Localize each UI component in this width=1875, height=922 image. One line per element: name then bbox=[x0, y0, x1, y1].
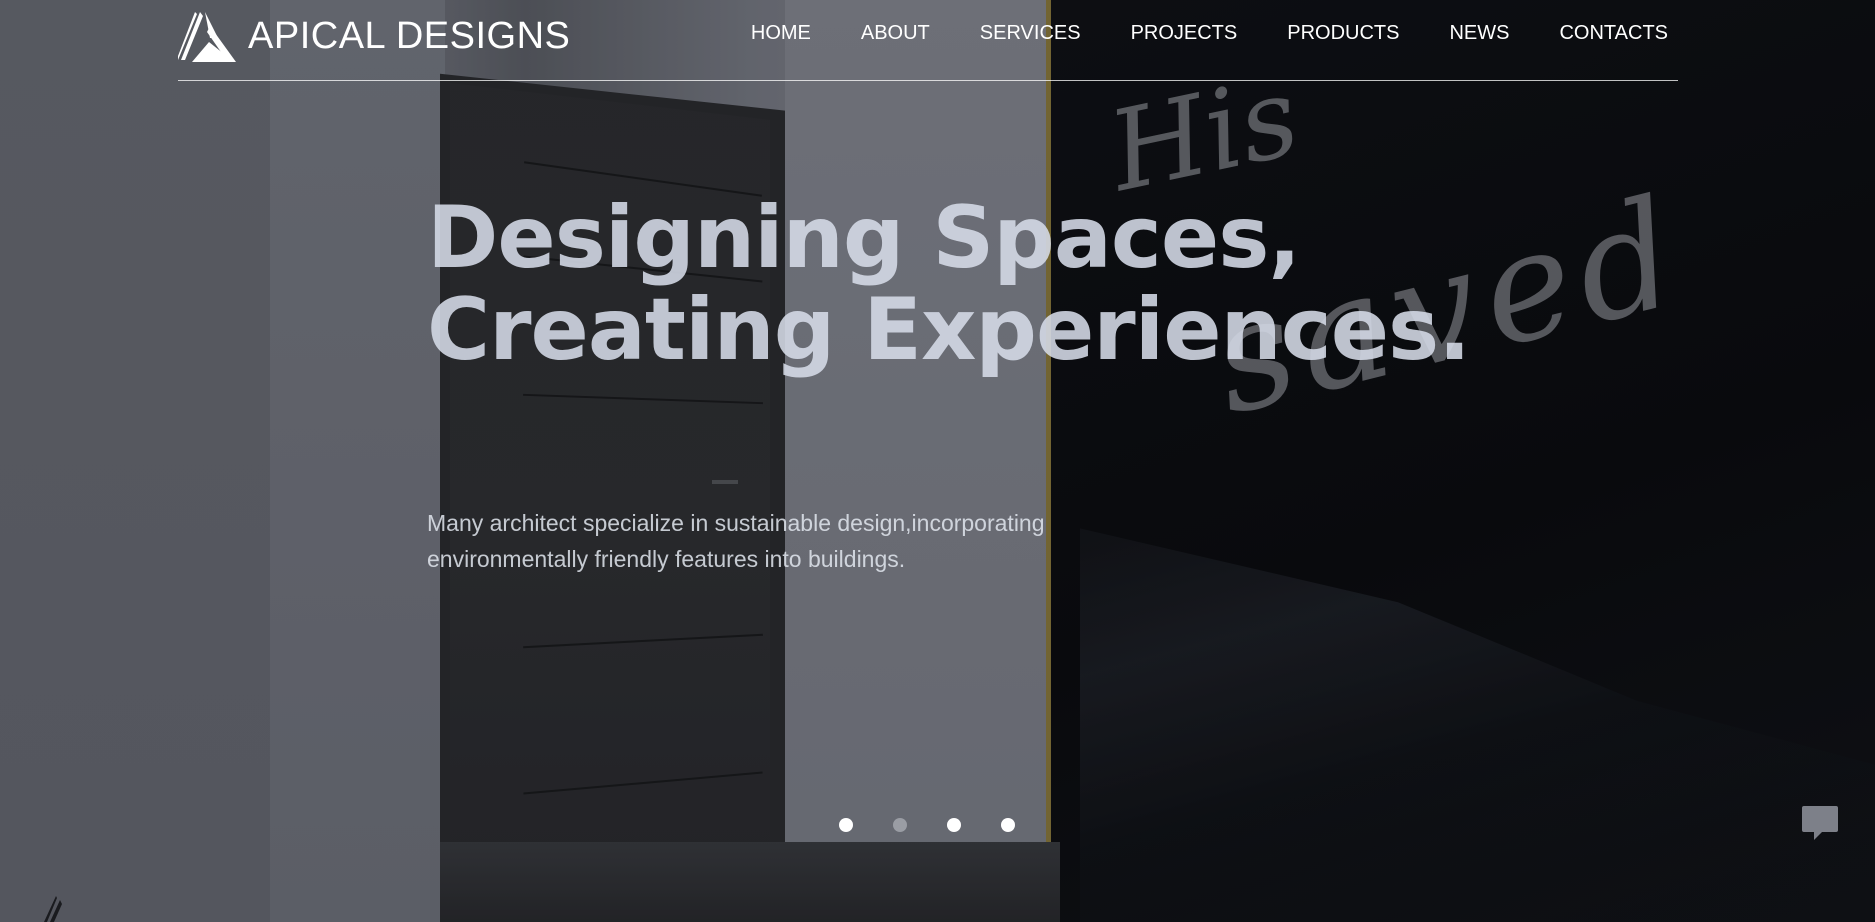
dark-overlay bbox=[0, 0, 1875, 922]
slider-pagination bbox=[839, 818, 1015, 832]
nav-item-projects[interactable]: PROJECTS bbox=[1131, 22, 1238, 45]
nav-item-services[interactable]: SERVICES bbox=[980, 22, 1081, 45]
nav-item-contacts[interactable]: CONTACTS bbox=[1559, 22, 1668, 45]
hero-headline-line-1: Designing Spaces, bbox=[427, 188, 1301, 288]
triangle-logo-icon bbox=[178, 12, 236, 62]
brand-logo[interactable]: APICAL DESIGNS bbox=[178, 8, 570, 64]
hero-headline-line-2: Creating Experiences. bbox=[427, 280, 1471, 380]
nav-item-about[interactable]: ABOUT bbox=[861, 22, 930, 45]
hero-subtext: Many architect specialize in sustainable… bbox=[427, 510, 1045, 572]
nav-item-products[interactable]: PRODUCTS bbox=[1287, 22, 1399, 45]
hero-headline: Designing Spaces, Creating Experiences. bbox=[427, 188, 1471, 380]
chat-bubble-icon[interactable] bbox=[1800, 802, 1840, 842]
slider-dot-2[interactable] bbox=[893, 818, 907, 832]
main-nav: HOME ABOUT SERVICES PROJECTS PRODUCTS NE… bbox=[751, 22, 1668, 45]
site-header: APICAL DESIGNS HOME ABOUT SERVICES PROJE… bbox=[178, 0, 1678, 81]
brand-name: APICAL DESIGNS bbox=[248, 14, 571, 57]
nav-item-home[interactable]: HOME bbox=[751, 22, 811, 45]
hero-section: His saved APICAL DESIGNS HOME ABOUT SERV… bbox=[0, 0, 1875, 922]
corner-logo-icon bbox=[44, 896, 62, 922]
slider-dot-4[interactable] bbox=[1001, 818, 1015, 832]
slider-dot-1[interactable] bbox=[839, 818, 853, 832]
nav-item-news[interactable]: NEWS bbox=[1449, 22, 1509, 45]
slider-dot-3[interactable] bbox=[947, 818, 961, 832]
